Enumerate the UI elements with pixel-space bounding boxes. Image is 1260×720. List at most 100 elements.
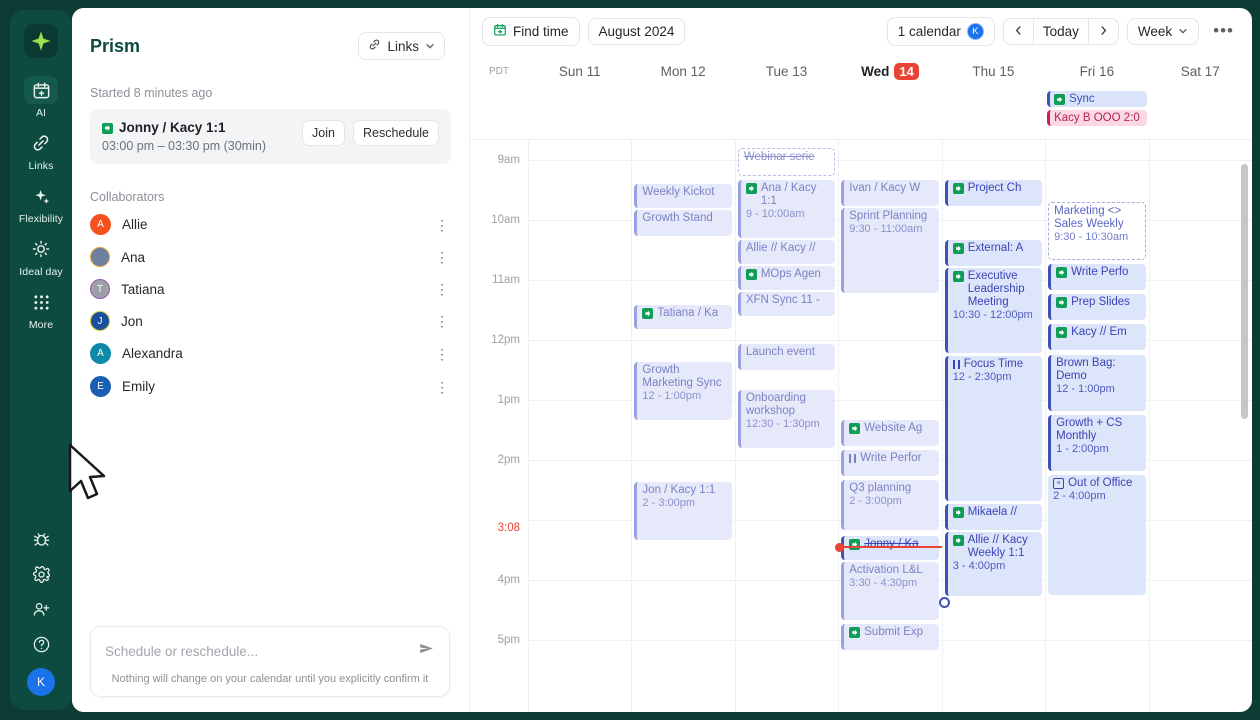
calendar-event[interactable]: Write Perfo	[1048, 264, 1146, 290]
all-day-event[interactable]: Sync	[1047, 91, 1147, 107]
calendar-event[interactable]: Mikaela //	[944, 504, 1043, 530]
calendar-event[interactable]: Allie // Kacy //	[737, 240, 836, 264]
calendar-event-selected[interactable]: Jonny / Ka	[841, 536, 939, 560]
day-column-fri[interactable]: Marketing <> Sales Weekly 9:30 - 10:30am…	[1045, 140, 1148, 712]
calendar-event[interactable]: Jon / Kacy 1:1 2 - 3:00pm	[634, 482, 732, 540]
day-column-wed[interactable]: Ivan / Kacy W Sprint Planning 9:30 - 11:…	[835, 140, 942, 712]
day-column-mon[interactable]: Weekly Kickot Growth Stand Tatiana / Kа …	[631, 140, 734, 712]
all-day-col-tue[interactable]	[735, 88, 838, 139]
day-header-sun[interactable]: Sun 11	[528, 54, 631, 88]
all-day-col-sun[interactable]	[528, 88, 631, 139]
calendar-event[interactable]: XFN Sync 11 -	[737, 292, 836, 316]
day-column-tue[interactable]: Webinar serie Ana / Kacy 1:1 9 - 10:00am…	[734, 140, 838, 712]
collaborator-menu-icon[interactable]: ⋮	[435, 380, 449, 394]
day-header-mon[interactable]: Mon 12	[631, 54, 734, 88]
list-item[interactable]: E Emily ⋮	[72, 370, 469, 403]
gear-icon[interactable]	[30, 563, 52, 585]
rail-item-ideal-day[interactable]: Ideal day	[10, 229, 72, 282]
schedule-input[interactable]	[105, 643, 410, 659]
calendar-event[interactable]: MOps Agen	[737, 266, 836, 290]
calendar-event-tentative[interactable]: Marketing <> Sales Weekly 9:30 - 10:30am	[1048, 202, 1146, 260]
collaborator-menu-icon[interactable]: ⋮	[435, 347, 449, 361]
all-day-col-thu[interactable]	[942, 88, 1045, 139]
calendar-event[interactable]: Launch event	[737, 344, 836, 370]
list-item[interactable]: A Alexandra ⋮	[72, 337, 469, 370]
find-time-button[interactable]: Find time	[482, 16, 580, 46]
calendar-event-out-of-office[interactable]: × Out of Office 2 - 4:00pm	[1048, 475, 1146, 595]
send-icon[interactable]	[418, 640, 435, 662]
month-label-button[interactable]: August 2024	[587, 17, 686, 45]
calendar-event[interactable]: Focus Time 12 - 2:30pm	[944, 356, 1043, 501]
calendar-event[interactable]: Allie // Kacy Weekly 1:1 3 - 4:00pm	[944, 532, 1043, 596]
day-header-fri[interactable]: Fri 16	[1045, 54, 1148, 88]
rail-item-ai[interactable]: AI	[10, 70, 72, 123]
rail-item-more[interactable]: More	[10, 282, 72, 335]
list-item[interactable]: J Jon ⋮	[72, 305, 469, 337]
all-day-event[interactable]: Kacy B OOO 2:0	[1047, 110, 1147, 126]
calendar-event[interactable]: Growth + CS Monthly 1 - 2:00pm	[1048, 415, 1146, 471]
calendar-event[interactable]: Growth Stand	[634, 210, 732, 236]
event-title: Write Perfor	[860, 452, 922, 464]
day-column-sun[interactable]	[528, 140, 631, 712]
calendar-event[interactable]: Write Perfor	[841, 450, 939, 476]
day-header-thu[interactable]: Thu 15	[942, 54, 1045, 88]
calendar-event[interactable]: Growth Marketing Sync 12 - 1:00pm	[634, 362, 732, 420]
today-button[interactable]: Today	[1032, 18, 1088, 44]
ellipsis-icon[interactable]: •••	[1207, 21, 1240, 41]
day-header-tue[interactable]: Tue 13	[735, 54, 838, 88]
add-person-icon[interactable]	[30, 598, 52, 620]
all-day-col-wed[interactable]	[838, 88, 941, 139]
calendar-event[interactable]: Ana / Kacy 1:1 9 - 10:00am	[737, 180, 836, 238]
rail-item-links[interactable]: Links	[10, 123, 72, 176]
calendar-event[interactable]: Project Ch	[944, 180, 1043, 206]
calendar-scrollbar[interactable]	[1241, 164, 1248, 419]
prev-week-button[interactable]	[1004, 19, 1033, 44]
event-time: 3 - 4:00pm	[952, 560, 1006, 572]
google-meet-icon	[642, 308, 654, 319]
day-header-sat[interactable]: Sat 17	[1149, 54, 1252, 88]
all-day-col-sat[interactable]	[1149, 88, 1252, 139]
calendar-event[interactable]: Ivan / Kacy W	[841, 180, 939, 206]
calendar-event[interactable]: Sprint Planning 9:30 - 11:00am	[841, 208, 939, 293]
day-column-thu[interactable]: Project Ch External: A Executive Leaders…	[938, 140, 1045, 712]
list-item[interactable]: Ana ⋮	[72, 241, 469, 273]
calendar-event[interactable]: Brown Bag: Demo 12 - 1:00pm	[1048, 355, 1146, 411]
calendar-event[interactable]: Tatiana / Kа	[634, 305, 732, 329]
user-avatar[interactable]: K	[27, 668, 55, 696]
join-button[interactable]: Join	[302, 120, 345, 146]
collaborator-menu-icon[interactable]: ⋮	[435, 282, 449, 296]
prism-logo-icon[interactable]	[24, 24, 58, 58]
links-dropdown-button[interactable]: Links	[358, 32, 445, 60]
reschedule-button[interactable]: Reschedule	[352, 120, 439, 146]
calendar-event[interactable]: Weekly Kickot	[634, 184, 732, 208]
current-meeting-card[interactable]: Jonny / Kacy 1:1 03:00 pm – 03:30 pm (30…	[90, 109, 451, 164]
calendar-event-cancelled[interactable]: Webinar serie	[737, 148, 836, 176]
all-day-col-fri[interactable]: Sync Kacy B OOO 2:0	[1045, 88, 1148, 139]
calendar-event[interactable]: External: A	[944, 240, 1043, 266]
day-column-sat[interactable]	[1148, 140, 1252, 712]
calendar-selector-button[interactable]: 1 calendar K	[886, 16, 995, 46]
rail-item-flexibility[interactable]: Flexibility	[10, 176, 72, 229]
collaborator-menu-icon[interactable]: ⋮	[435, 218, 449, 232]
calendar-event[interactable]: Submit Exp	[841, 624, 939, 650]
bug-icon[interactable]	[30, 528, 52, 550]
calendar-event[interactable]: Website Ag	[841, 420, 939, 446]
day-header-wed-today[interactable]: Wed 14	[838, 54, 941, 88]
calendar-event[interactable]: Onboarding workshop 12:30 - 1:30pm	[737, 390, 836, 448]
calendar-event[interactable]: Q3 planning 2 - 3:00pm	[841, 480, 939, 530]
list-item[interactable]: A Allie ⋮	[72, 208, 469, 241]
google-meet-icon	[1056, 267, 1068, 278]
calendar-event[interactable]: Executive Leadership Meeting 10:30 - 12:…	[944, 268, 1043, 353]
list-item[interactable]: T Tatiana ⋮	[72, 273, 469, 305]
calendar-event[interactable]: Kacy // Em	[1048, 324, 1146, 350]
collaborator-menu-icon[interactable]: ⋮	[435, 250, 449, 264]
next-week-button[interactable]	[1087, 18, 1118, 44]
all-day-col-mon[interactable]	[631, 88, 734, 139]
calendar-event[interactable]: Prep Slides	[1048, 294, 1146, 320]
collaborator-menu-icon[interactable]: ⋮	[435, 314, 449, 328]
drag-handle[interactable]	[938, 597, 950, 608]
help-icon[interactable]	[30, 633, 52, 655]
view-selector-button[interactable]: Week	[1126, 17, 1200, 45]
calendar-event[interactable]: Activation L&L 3:30 - 4:30pm	[841, 562, 939, 620]
event-title: Ivan / Kacy W	[849, 182, 921, 194]
